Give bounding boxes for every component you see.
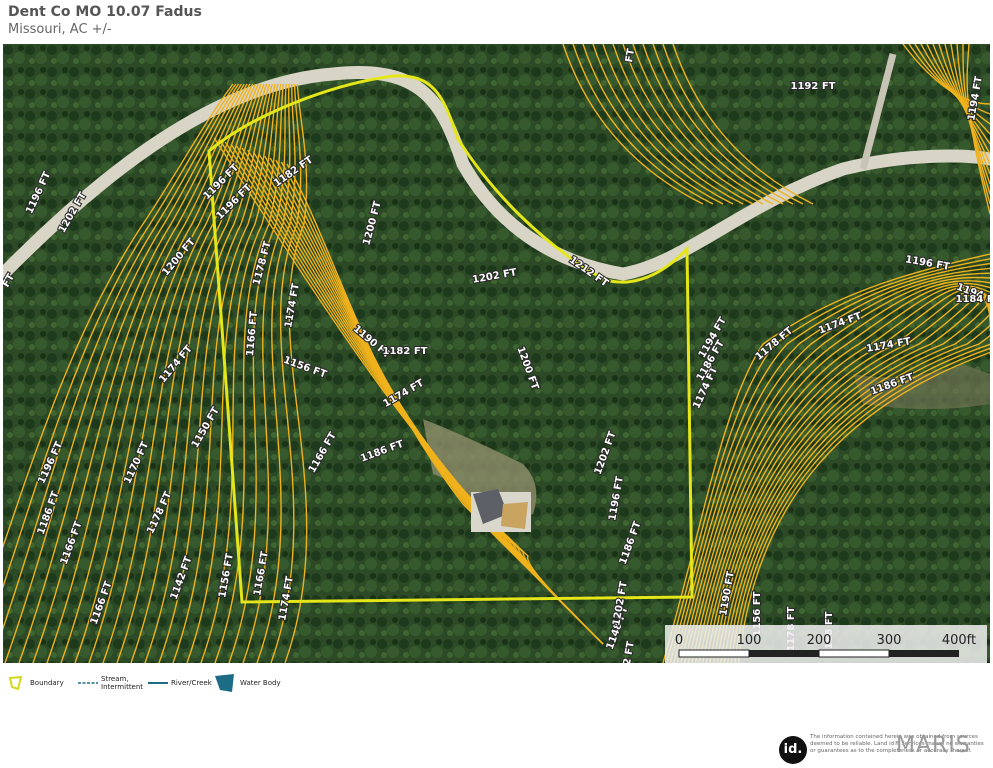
water-body-polygon-icon	[215, 674, 234, 692]
scale-tick-label: 100	[737, 633, 762, 648]
map-canvas[interactable]: 1196 FT 1202 FT1200 FT1196 FT 1182 FT1200 …	[3, 44, 990, 663]
legend-label: Water Body	[240, 679, 281, 687]
landid-logo: id.	[779, 736, 807, 764]
legend-label: Stream,	[101, 675, 129, 683]
map-legend: Boundary Stream, Intermittent River/Cree…	[0, 670, 400, 696]
legend-stream: Stream, Intermittent	[78, 670, 143, 696]
legend-label: River/Creek	[171, 679, 212, 687]
scale-tick-label: 0	[675, 633, 683, 648]
legend-label: Intermittent	[101, 683, 144, 691]
scale-tick-label: 300	[877, 633, 902, 648]
map-subtitle: Missouri, AC +/-	[8, 22, 112, 37]
contour-label: 1184 FT	[956, 294, 990, 305]
contour-label: 1192 FT	[791, 81, 836, 92]
aerial-imagery	[3, 44, 990, 663]
boundary-polygon-icon	[8, 675, 23, 691]
map-title: Dent Co MO 10.07 Fadus	[8, 4, 202, 20]
scale-tick-label: 200	[807, 633, 832, 648]
scale-bar: 0 100 200 300 400ft	[665, 625, 987, 663]
legend-river: River/Creek	[148, 670, 212, 696]
contour-label: 1182 FT	[383, 346, 428, 357]
legend-water-body: Water Body	[214, 670, 281, 696]
house-structure	[471, 489, 531, 532]
map-view[interactable]: 1196 FT 1202 FT 1200 FT 1196 FT 1182 FT 1200 …	[3, 44, 990, 663]
maris-watermark: MARIS	[896, 733, 971, 758]
stream-intermittent-line-icon	[78, 682, 98, 684]
legend-label: Boundary	[30, 679, 64, 687]
legend-boundary: Boundary	[8, 670, 64, 696]
river-creek-line-icon	[148, 682, 168, 684]
scale-tick-label: 400ft	[942, 633, 976, 648]
